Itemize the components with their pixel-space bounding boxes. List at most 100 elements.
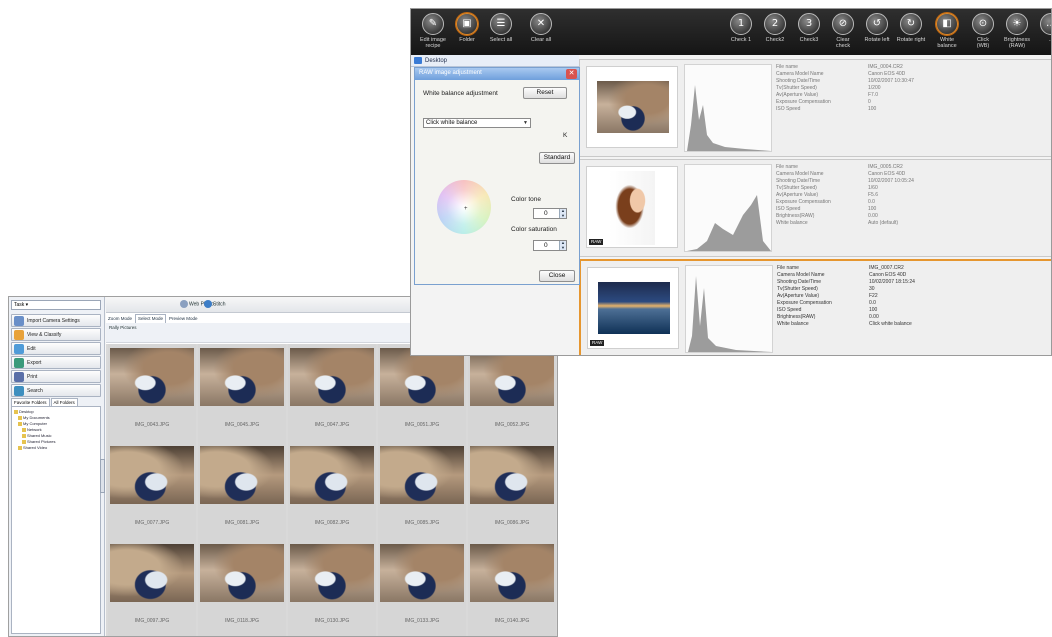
color-saturation-input[interactable]: 0 ▲ ▼ [533,240,567,251]
task-button[interactable]: Search [11,384,101,397]
toolbar-button-label: Select all [489,37,513,43]
thumbnail-cell[interactable]: IMG_0082.JPG [288,442,376,540]
thumbnail-image [380,348,464,406]
toolbar-button[interactable]: …... [1031,13,1051,43]
histogram-plot [687,85,771,151]
row-thumbnail[interactable]: RAW [586,166,678,248]
task-label: View & Classify [27,332,62,338]
image-row[interactable]: RAW File name IMG_0005.CR2 Camera Model Nam… [579,159,1051,257]
splitter-handle[interactable] [100,459,105,493]
task-button[interactable]: Print [11,370,101,383]
thumbnail-cell[interactable]: IMG_0133.JPG [378,540,466,636]
close-icon[interactable]: ✕ [566,69,577,79]
thumbnail-cell[interactable]: IMG_0140.JPG [468,540,556,636]
thumbnail-caption: IMG_0086.JPG [494,520,530,526]
task-button[interactable]: View & Classify [11,328,101,341]
tree-item[interactable]: Desktop [14,409,34,414]
toolbar-button[interactable]: ◧ White balance [927,13,967,49]
thumbnail-cell[interactable]: IMG_0052.JPG [468,344,556,442]
exif-line: Shooting Date/Time 10/02/2007 10:05:24 [776,178,1046,185]
spinner-icon[interactable]: ▲ ▼ [559,240,566,250]
thumbnail-caption: IMG_0051.JPG [404,422,440,428]
histogram-area [687,85,771,151]
toolbar-button-label: Clear all [530,37,552,43]
toolbar-button[interactable]: ☰ Select all [481,13,521,43]
thumbnail-cell[interactable]: IMG_0086.JPG [468,442,556,540]
spinner-icon[interactable]: ▲ ▼ [559,208,566,218]
thumbnail-cell[interactable]: IMG_0043.JPG [108,344,196,442]
folder-icon [22,427,26,432]
histogram-area [687,195,771,251]
close-button[interactable]: Close [539,270,575,282]
exif-key: Brightness(RAW) [776,213,815,219]
mode-tab[interactable]: Select Mode [135,314,167,323]
mode-tab[interactable]: Preview Mode [167,315,200,323]
histogram [684,164,772,252]
exif-key: Exposure Compensation [777,300,832,306]
standard-button[interactable]: Standard [539,152,575,164]
tree-item[interactable]: Shared Pictures [22,439,55,444]
image-row[interactable]: RAW File name IMG_0007.CR2 Camera Model Nam… [579,259,1051,355]
wheel-marker-icon[interactable]: + [464,206,468,212]
thumbnail-caption: IMG_0077.JPG [134,520,170,526]
image-row[interactable]: File name IMG_0004.CR2 Camera Model Name Ca… [579,59,1051,157]
check1-icon: 1 [730,13,752,35]
thumbnail-cell[interactable]: IMG_0051.JPG [378,344,466,442]
thumbnail-cell[interactable]: IMG_0118.JPG [198,540,286,636]
thumbnail-image [200,348,284,406]
rotate-left-icon: ↺ [866,13,888,35]
histogram-area [688,276,772,352]
exif-value: 10/02/2007 10:30:47 [868,78,914,84]
thumbnail-cell[interactable]: IMG_0045.JPG [198,344,286,442]
row-thumbnail[interactable] [586,66,678,148]
exif-key: Av(Aperture Value) [776,192,819,198]
folder-icon [22,433,26,438]
wb-select[interactable]: Click white balance ▼ [423,118,531,128]
stitch-icon [204,300,212,308]
toolbar-button-label: Rotate right [896,37,926,43]
exif-value: 0.0 [869,300,876,306]
task-icon [14,330,24,340]
dialog-title: RAW image adjustment [419,70,482,76]
thumbnail-caption: IMG_0082.JPG [314,520,350,526]
thumbnail-cell[interactable]: IMG_0077.JPG [108,442,196,540]
exif-value: 10/02/2007 10:05:24 [868,178,914,184]
thumbnail-caption: IMG_0081.JPG [224,520,260,526]
task-button[interactable]: Export [11,356,101,369]
folder-icon: ▣ [456,13,478,35]
exif-value: IMG_0004.CR2 [868,64,903,70]
folder-tree[interactable]: Desktop My Documents My Computer Network Sha… [11,406,101,634]
toolbar-button-label: White balance [937,37,957,49]
color-tone-input[interactable]: 0 ▲ ▼ [533,208,567,219]
file-strip-label: Desktop [425,58,448,64]
toolbar-button[interactable]: ↻ Rotate right [891,13,931,43]
mode-tab[interactable]: Zoom Mode [106,315,134,323]
folder-icon [14,409,18,414]
task-select[interactable]: Task ▾ [11,300,101,310]
tree-item[interactable]: My Computer [18,421,47,426]
thumbnail-cell[interactable]: IMG_0130.JPG [288,540,376,636]
thumbnail-cell[interactable]: IMG_0085.JPG [378,442,466,540]
row-thumbnail[interactable]: RAW [587,267,679,349]
tree-item[interactable]: Shared Music [22,433,51,438]
toolbar-item[interactable]: Stitch [204,300,226,309]
thumbnail-cell[interactable]: IMG_0081.JPG [198,442,286,540]
thumbnail-cell[interactable]: IMG_0047.JPG [288,344,376,442]
tree-item[interactable]: Shared Video [18,445,47,450]
task-label: Export [27,360,42,366]
reset-button[interactable]: Reset [523,87,567,99]
thumbnail-caption: IMG_0130.JPG [314,618,350,624]
exif-value: Canon EOS 40D [869,272,907,278]
thumbnail-image [598,282,670,334]
exif-line: Camera Model Name Canon EOS 40D [776,71,1046,78]
task-button[interactable]: Edit [11,342,101,355]
task-sidebar: Task ▾ Import Camera Settings View & Clas… [9,297,105,636]
histogram-plot [688,276,772,352]
toolbar-button[interactable]: ✕ Clear all [521,13,561,43]
task-button[interactable]: Import Camera Settings [11,314,101,327]
tree-item[interactable]: Network [22,427,42,432]
thumbnail-cell[interactable]: IMG_0097.JPG [108,540,196,636]
exif-line: Exposure Compensation 0.0 [777,300,1047,307]
color-tone-label: Color tone [511,196,541,203]
tree-item[interactable]: My Documents [18,415,50,420]
